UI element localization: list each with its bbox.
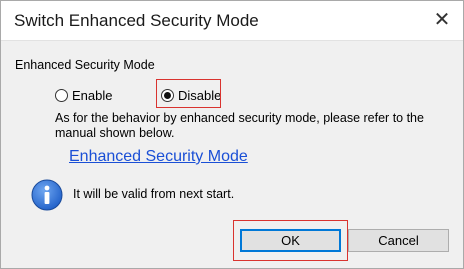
info-message: It will be valid from next start. [73,187,235,201]
description-text: As for the behavior by enhanced security… [55,111,424,140]
title-bar: Switch Enhanced Security Mode ✕ [1,1,463,41]
manual-link[interactable]: Enhanced Security Mode [69,148,248,166]
enable-radio-option[interactable]: Enable [55,85,112,105]
disable-highlight-box [156,79,221,108]
ok-button[interactable]: OK [240,229,341,252]
info-icon [31,179,63,211]
enable-radio-label: Enable [72,87,113,103]
dialog-title: Switch Enhanced Security Mode [14,11,259,30]
switch-security-mode-dialog: Switch Enhanced Security Mode ✕ Enhanced… [0,0,464,269]
cancel-button[interactable]: Cancel [348,229,449,252]
enable-radio[interactable] [55,88,68,102]
close-icon[interactable]: ✕ [431,9,453,31]
mode-group-label: Enhanced Security Mode [15,58,155,72]
